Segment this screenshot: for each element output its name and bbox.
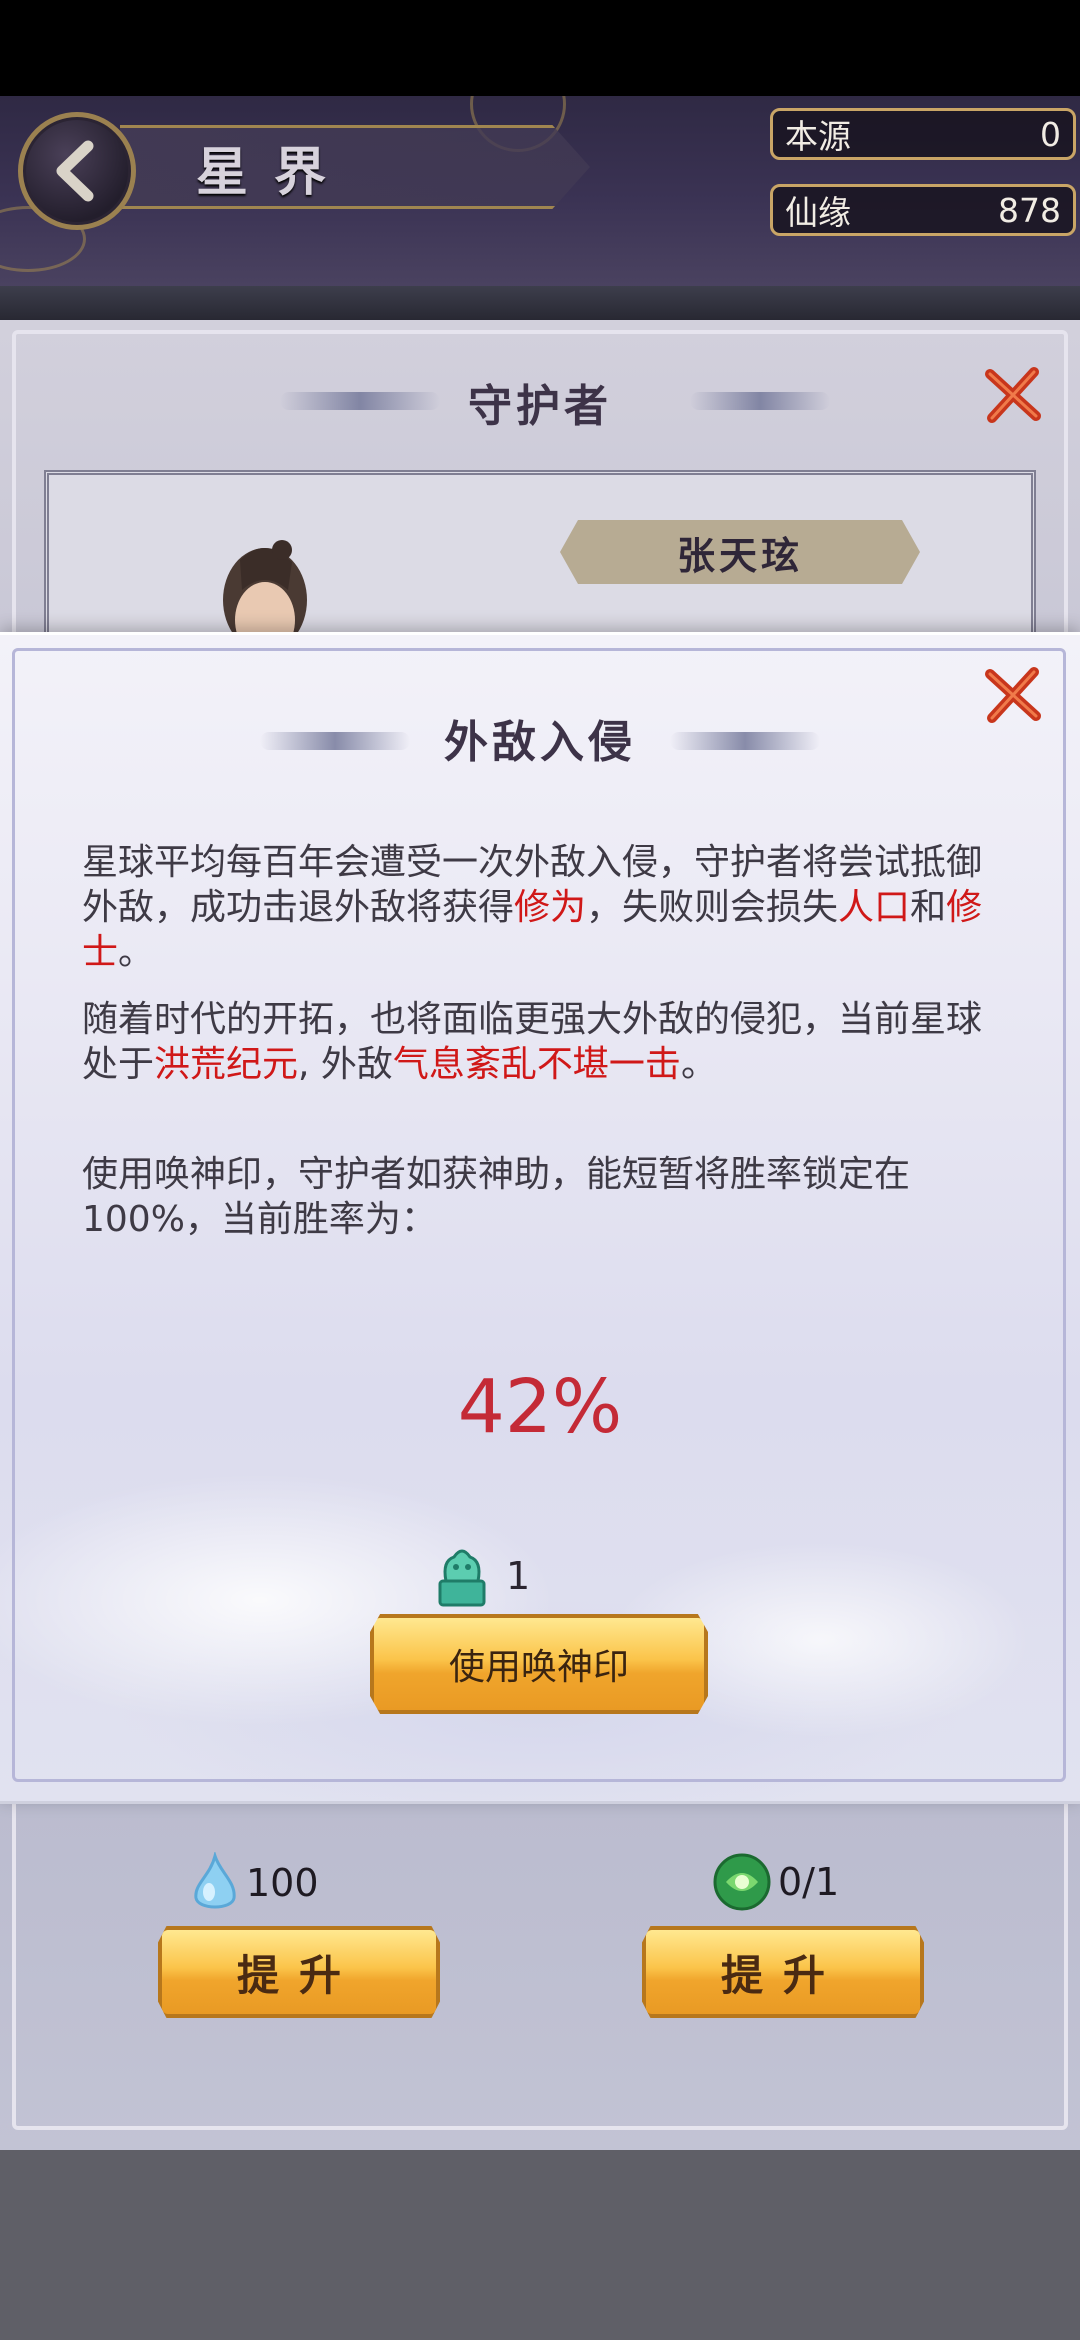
status-bar (0, 0, 1080, 96)
seal-count: 1 (506, 1554, 531, 1598)
upgrade-button-1[interactable]: 提升 (158, 1926, 440, 2018)
close-icon[interactable] (980, 362, 1046, 428)
close-icon[interactable] (980, 662, 1046, 728)
highlight-text: 气息紊乱不堪一击 (392, 1044, 681, 1085)
resource-value: 0 (1040, 114, 1061, 154)
modal-title: 外敌入侵 (444, 717, 636, 768)
title-cloud-decoration (690, 392, 830, 410)
chevron-left-icon (56, 140, 94, 202)
text: ，失败则会损失 (586, 887, 839, 928)
description-paragraph-2: 随着时代的开拓，也将面临更强大外敌的侵犯，当前星球处于洪荒纪元, 外敌气息紊乱不… (82, 997, 1010, 1087)
page-title: 星界 (196, 142, 353, 203)
resource-benyuan: 本源 0 (770, 108, 1076, 160)
use-seal-button[interactable]: 使用唤神印 (370, 1614, 708, 1714)
highlight-text: 人口 (838, 887, 911, 928)
text: 和 (910, 887, 947, 928)
seal-count-row: 1 (432, 1540, 530, 1612)
jade-orb-icon (713, 1853, 771, 1911)
resource-xianyuan: 仙缘 878 (770, 184, 1076, 236)
resource-label: 仙缘 (785, 193, 851, 232)
cost-value: 0/1 (778, 1860, 840, 1904)
upgrade-cost-1: 100 (190, 1852, 319, 1914)
highlight-text: 修为 (514, 887, 587, 928)
description-paragraph-1: 星球平均每百年会遭受一次外敌入侵，守护者将尝试抵御外敌，成功击退外敌将获得修为，… (82, 840, 1010, 975)
text: 。 (118, 932, 155, 973)
resource-label: 本源 (785, 117, 851, 156)
upgrade-button-2[interactable]: 提升 (642, 1926, 924, 2018)
description-paragraph-3: 使用唤神印，守护者如获神助，能短暂将胜率锁定在100%，当前胜率为： (82, 1154, 911, 1240)
character-name: 张天玹 (560, 520, 920, 584)
divider-strip (0, 286, 1080, 322)
title-plate (120, 125, 590, 209)
title-cloud-decoration (260, 732, 410, 750)
title-cloud-decoration (670, 732, 820, 750)
guardian-panel-title: 守护者 (468, 381, 612, 432)
text: 。 (680, 1044, 717, 1085)
back-button[interactable] (18, 112, 136, 230)
footer-area (0, 2150, 1080, 2340)
resource-value: 878 (998, 190, 1061, 230)
win-rate-value: 42% (457, 1364, 623, 1450)
text: , 外敌 (298, 1044, 393, 1085)
title-cloud-decoration (280, 392, 440, 410)
upgrade-cost-2: 0/1 (712, 1852, 839, 1912)
highlight-text: 洪荒纪元 (154, 1044, 299, 1085)
spirit-water-icon (194, 1852, 236, 1909)
cost-value: 100 (246, 1861, 319, 1905)
jade-seal-icon (438, 1549, 486, 1607)
